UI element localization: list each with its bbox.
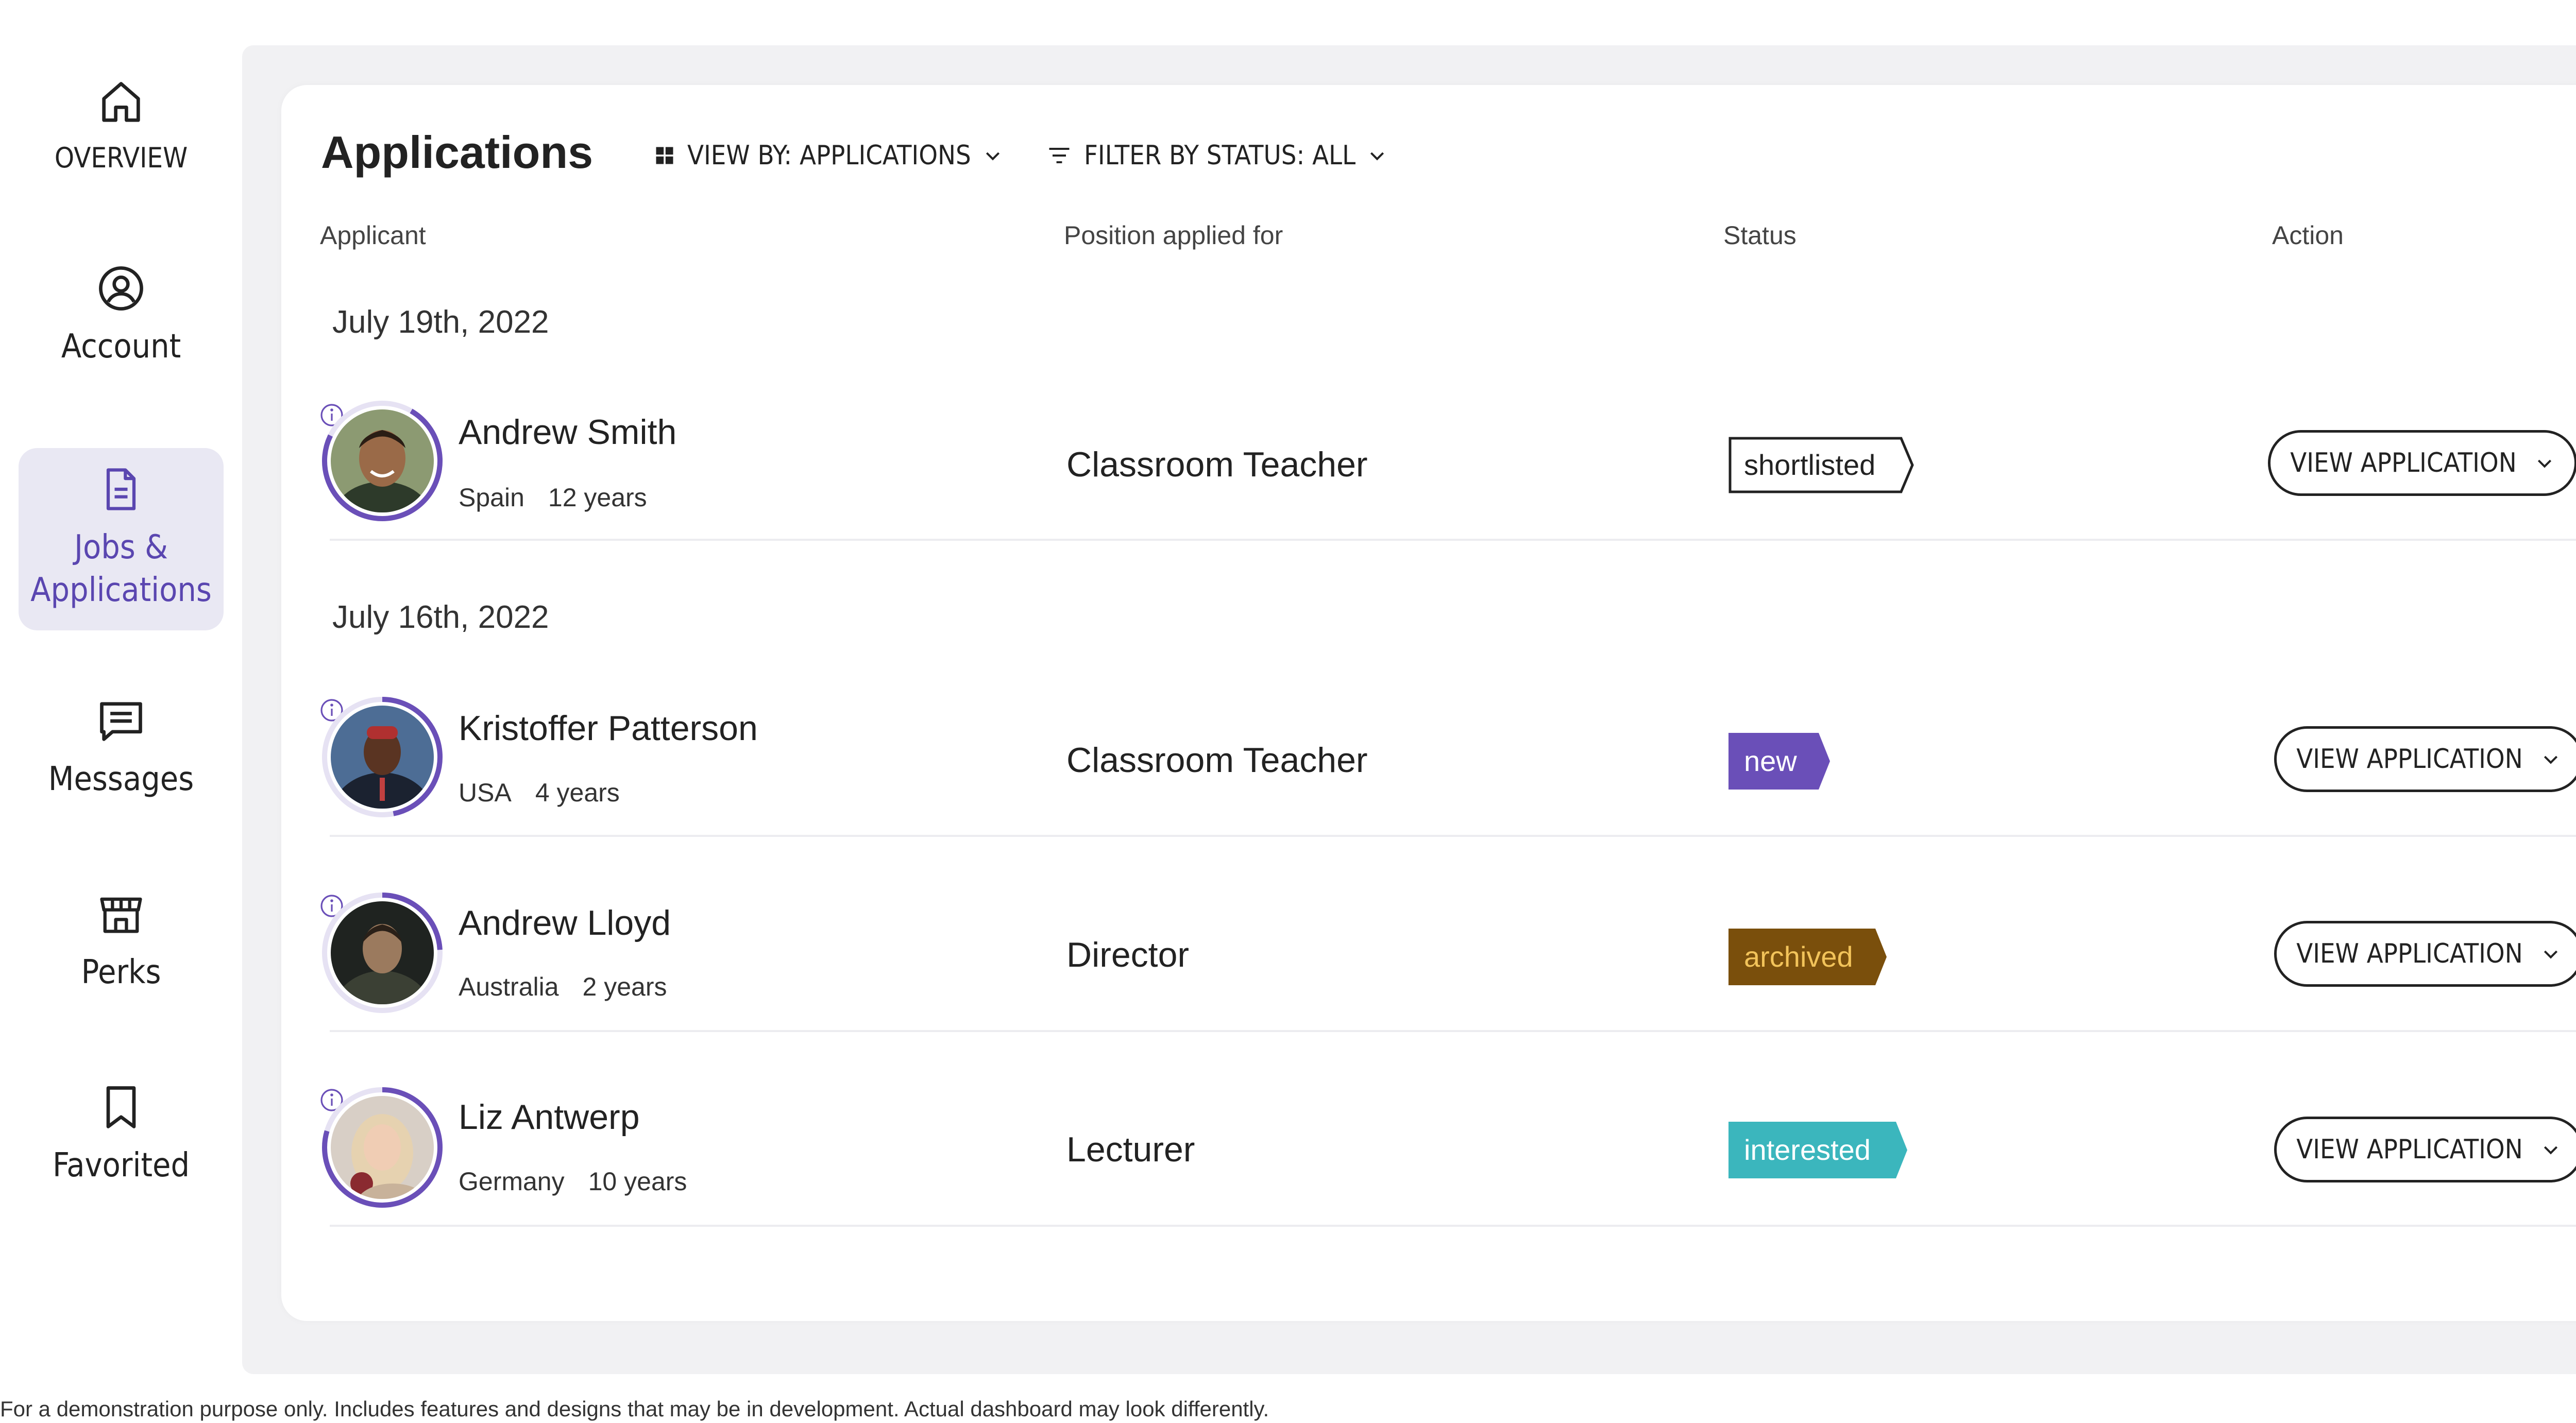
storefront-icon: [100, 897, 142, 933]
filter-status-label: FILTER BY STATUS: ALL: [1084, 140, 1356, 171]
sidebar-item-label: Favorited: [52, 1146, 190, 1185]
applicant-meta: Germany 10 years: [459, 1167, 687, 1196]
applicant-experience: 4 years: [535, 778, 620, 807]
position-applied: Classroom Teacher: [1066, 741, 1368, 780]
sidebar-item-perks[interactable]: Perks: [19, 888, 224, 994]
column-header-status: Status: [1723, 221, 1797, 250]
column-header-applicant: Applicant: [320, 221, 426, 250]
applicant-experience: 10 years: [588, 1167, 687, 1196]
chevron-down-icon: [2544, 1146, 2557, 1155]
avatar: [331, 1096, 434, 1199]
view-application-button[interactable]: VIEW APPLICATION: [2274, 1117, 2576, 1182]
applicant-avatar-liz-antwerp[interactable]: [320, 1086, 444, 1209]
applicant-country: USA: [459, 778, 512, 807]
position-applied: Classroom Teacher: [1066, 445, 1368, 484]
view-application-label: VIEW APPLICATION: [2290, 448, 2517, 478]
row-divider: [330, 1030, 2576, 1032]
chevron-down-icon: [1370, 152, 1384, 161]
applicant-avatar-andrew-smith[interactable]: [320, 399, 444, 523]
chevron-down-icon: [2537, 459, 2551, 468]
applicant-experience: 12 years: [548, 483, 647, 512]
sidebar-item-label: Perks: [81, 953, 161, 991]
applicant-name[interactable]: Kristoffer Patterson: [459, 708, 758, 748]
sidebar-item-overview[interactable]: OVERVIEW: [19, 77, 224, 176]
sidebar-item-account[interactable]: Account: [19, 263, 224, 368]
sidebar-item-label: Jobs & Applications: [30, 526, 212, 612]
applicant-meta: USA 4 years: [459, 778, 620, 808]
status-badge-label: new: [1744, 745, 1797, 777]
applicant-meta: Australia 2 years: [459, 972, 667, 1002]
document-icon: [106, 468, 136, 510]
avatar: [331, 706, 434, 809]
bookmark-icon: [106, 1086, 136, 1128]
filter-icon: [1049, 148, 1070, 163]
applicant-experience: 2 years: [582, 972, 667, 1001]
sidebar: OVERVIEW Account Jobs & Applications Mes…: [0, 0, 242, 1391]
row-divider: [330, 1225, 2576, 1227]
date-group-label: July 16th, 2022: [332, 599, 549, 635]
grid-icon: [656, 147, 673, 164]
view-application-button[interactable]: VIEW APPLICATION: [2274, 726, 2576, 792]
home-icon: [102, 82, 140, 122]
status-badge-label: shortlisted: [1744, 449, 1876, 481]
applicant-avatar-kristoffer-patterson[interactable]: [320, 695, 444, 819]
applicant-country: Spain: [459, 483, 524, 512]
status-badge-label: interested: [1744, 1134, 1871, 1166]
filter-status-dropdown[interactable]: FILTER BY STATUS: ALL: [1046, 140, 1387, 171]
sidebar-item-jobs-applications[interactable]: Jobs & Applications: [19, 448, 224, 631]
view-by-dropdown[interactable]: VIEW BY: APPLICATIONS: [653, 140, 1003, 171]
sidebar-item-label: Messages: [48, 760, 194, 798]
view-application-label: VIEW APPLICATION: [2296, 744, 2523, 775]
chevron-down-icon: [2544, 950, 2557, 959]
view-application-button[interactable]: VIEW APPLICATION: [2268, 430, 2576, 496]
applicant-meta: Spain 12 years: [459, 483, 647, 512]
applicant-avatar-andrew-lloyd[interactable]: [320, 891, 444, 1015]
applicant-name[interactable]: Andrew Smith: [459, 412, 676, 452]
sidebar-item-messages[interactable]: Messages: [19, 695, 224, 801]
view-application-label: VIEW APPLICATION: [2296, 938, 2523, 969]
status-badge-label: archived: [1744, 940, 1853, 973]
date-group-label: July 19th, 2022: [332, 304, 549, 340]
view-by-label: VIEW BY: APPLICATIONS: [687, 140, 971, 171]
chevron-down-icon: [986, 152, 999, 161]
page-title: Applications: [321, 127, 594, 178]
sidebar-item-label-line2: Applications: [30, 571, 212, 610]
sidebar-item-favorited[interactable]: Favorited: [19, 1082, 224, 1187]
view-application-label: VIEW APPLICATION: [2296, 1134, 2523, 1165]
position-applied: Director: [1066, 935, 1190, 974]
sidebar-item-label-line1: Jobs &: [74, 528, 168, 567]
applicant-country: Australia: [459, 972, 559, 1001]
sidebar-item-label: OVERVIEW: [54, 142, 188, 174]
column-header-action: Action: [2272, 221, 2344, 250]
footer-disclaimer: For a demonstration purpose only. Includ…: [0, 1397, 1269, 1421]
chevron-down-icon: [2544, 756, 2557, 764]
position-applied: Lecturer: [1066, 1130, 1195, 1169]
avatar: [331, 901, 434, 1004]
row-divider: [330, 835, 2576, 837]
column-header-position: Position applied for: [1064, 221, 1283, 250]
sidebar-item-label: Account: [61, 328, 181, 366]
row-divider: [330, 539, 2576, 541]
message-icon: [100, 702, 142, 741]
applicant-name[interactable]: Andrew Lloyd: [459, 903, 671, 943]
applicant-name[interactable]: Liz Antwerp: [459, 1097, 640, 1137]
user-circle-icon: [99, 266, 143, 311]
avatar: [331, 409, 434, 512]
view-application-button[interactable]: VIEW APPLICATION: [2274, 921, 2576, 987]
applicant-country: Germany: [459, 1167, 565, 1196]
